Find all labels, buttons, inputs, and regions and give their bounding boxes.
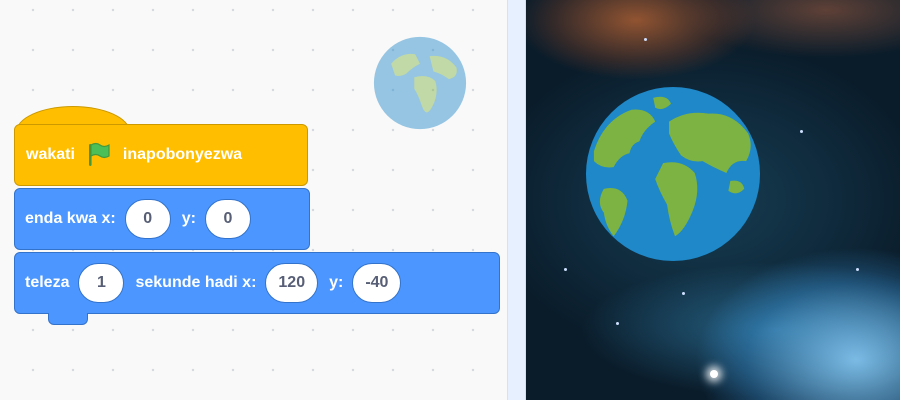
glide-middle-label: sekunde hadi x:: [135, 274, 257, 291]
sprite-thumbnail-earth-icon: [373, 36, 467, 130]
star: [856, 268, 859, 271]
go-to-xy-block[interactable]: enda kwa x: 0 y: 0: [14, 188, 310, 250]
glide-y-label: y:: [329, 274, 344, 291]
earth-sprite-icon[interactable]: [584, 82, 762, 266]
star: [644, 38, 647, 41]
green-flag-icon: [88, 142, 110, 166]
glide-y-input[interactable]: -40: [352, 263, 402, 303]
glide-seconds-input[interactable]: 1: [78, 263, 125, 303]
block-bottom-notch: [48, 313, 88, 325]
star: [564, 268, 567, 271]
go-to-x-input[interactable]: 0: [124, 199, 171, 239]
when-flag-clicked-block[interactable]: wakati inapobonyezwa: [14, 124, 308, 186]
star: [800, 130, 803, 133]
glide-x-input[interactable]: 120: [265, 263, 319, 303]
glide-label: teleza: [25, 274, 70, 291]
go-to-y-input[interactable]: 0: [204, 199, 251, 239]
hat-block-label: wakati: [26, 146, 75, 163]
go-to-y-label: y:: [181, 210, 196, 227]
star: [616, 322, 619, 325]
star: [682, 292, 685, 295]
panel-divider[interactable]: [508, 0, 526, 400]
go-to-label: enda kwa x:: [25, 210, 116, 227]
bright-star: [710, 370, 718, 378]
glide-to-xy-block[interactable]: teleza 1 sekunde hadi x: 120 y: -40: [14, 252, 500, 325]
hat-block-label-after: inapobonyezwa: [122, 146, 243, 163]
code-workspace[interactable]: wakati inapobonyezwa enda kwa x: 0 y: 0 …: [0, 0, 508, 400]
stage[interactable]: [526, 0, 900, 400]
